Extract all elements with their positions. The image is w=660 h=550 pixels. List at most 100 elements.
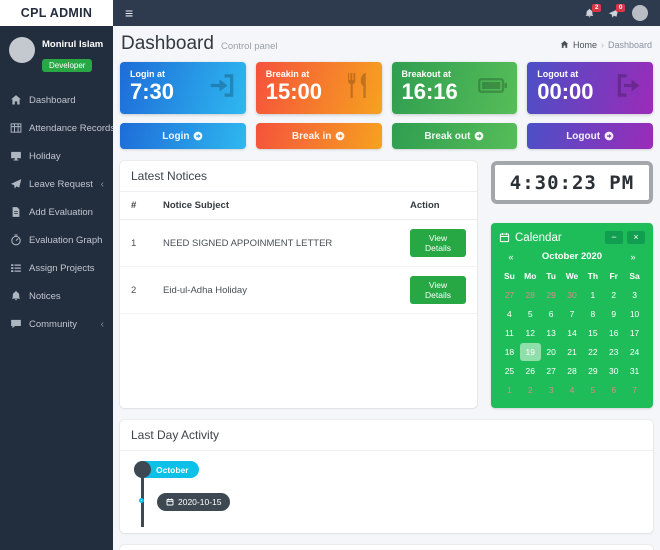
breadcrumb-current: Dashboard: [608, 40, 652, 50]
chevron-left-icon: ‹: [101, 319, 104, 330]
sign-out-icon: [614, 71, 644, 106]
breadcrumb-separator: ›: [601, 40, 604, 50]
calendar-day[interactable]: 30: [603, 362, 624, 380]
break-in-button[interactable]: Break in: [256, 123, 382, 149]
calendar-icon: [166, 498, 174, 506]
calendar-minimize-button[interactable]: −: [605, 231, 623, 244]
calendar-day[interactable]: 14: [562, 324, 583, 342]
bell-badge: 2: [592, 4, 601, 13]
calendar-day[interactable]: 7: [562, 305, 583, 323]
calendar-prev-button[interactable]: «: [504, 252, 518, 262]
calendar-day[interactable]: 18: [499, 343, 520, 361]
logout-button[interactable]: Logout: [527, 123, 653, 149]
calendar-day[interactable]: 25: [499, 362, 520, 380]
digital-clock: 4:30:23 PM: [491, 161, 653, 204]
calendar-day[interactable]: 28: [562, 362, 583, 380]
calendar-day[interactable]: 15: [582, 324, 603, 342]
calendar-day[interactable]: 24: [624, 343, 645, 361]
calendar-day-outside[interactable]: 7: [624, 381, 645, 399]
sidebar-item-community[interactable]: Community‹: [0, 310, 113, 338]
calendar-day[interactable]: 10: [624, 305, 645, 323]
notice-number: 1: [120, 220, 152, 267]
sidebar-item-notices[interactable]: Notices: [0, 282, 113, 310]
calendar-day[interactable]: 9: [603, 305, 624, 323]
topbar-avatar[interactable]: [632, 5, 648, 21]
sidebar-item-leave-request[interactable]: Leave Request‹: [0, 170, 113, 198]
desktop-icon: [9, 150, 22, 162]
calendar-day-outside[interactable]: 27: [499, 286, 520, 304]
calendar-day[interactable]: 3: [624, 286, 645, 304]
calendar-day[interactable]: 20: [541, 343, 562, 361]
user-avatar: [9, 37, 35, 63]
calendar-day[interactable]: 31: [624, 362, 645, 380]
calendar-day-selected[interactable]: 19: [520, 343, 541, 361]
calendar-day[interactable]: 1: [582, 286, 603, 304]
calendar-day[interactable]: 29: [582, 362, 603, 380]
user-panel: Monirul Islam Developer: [0, 26, 113, 86]
calendar-day-outside[interactable]: 5: [582, 381, 603, 399]
calendar-day-outside[interactable]: 2: [520, 381, 541, 399]
calendar-day[interactable]: 13: [541, 324, 562, 342]
timeline-connector-dot: [139, 498, 144, 503]
calendar-title: Calendar: [515, 232, 562, 244]
calendar-day-outside[interactable]: 28: [520, 286, 541, 304]
calendar-day[interactable]: 23: [603, 343, 624, 361]
sidebar-item-assign-projects[interactable]: Assign Projects: [0, 254, 113, 282]
break-out-stat-card: Breakout at16:16: [392, 62, 518, 114]
calendar-close-button[interactable]: ×: [627, 231, 645, 244]
home-icon: [9, 94, 22, 106]
sidebar-item-holiday[interactable]: Holiday: [0, 142, 113, 170]
calendar-day[interactable]: 2: [603, 286, 624, 304]
calendar-day[interactable]: 8: [582, 305, 603, 323]
calendar-day-outside[interactable]: 6: [603, 381, 624, 399]
activity-title: Last Day Activity: [120, 420, 653, 451]
calendar-day[interactable]: 22: [582, 343, 603, 361]
calendar-day[interactable]: 11: [499, 324, 520, 342]
calendar-day[interactable]: 12: [520, 324, 541, 342]
sign-in-icon: [207, 71, 237, 106]
calendar-day[interactable]: 27: [541, 362, 562, 380]
notices-title: Latest Notices: [120, 161, 477, 192]
sidebar-item-add-evaluation[interactable]: Add Evaluation: [0, 198, 113, 226]
menu-toggle-icon[interactable]: ≡: [125, 6, 133, 20]
calendar-grid: SuMoTuWeThFrSa27282930123456789101112131…: [499, 267, 645, 399]
user-name: Monirul Islam: [42, 39, 103, 50]
sidebar: CPL ADMIN Monirul Islam Developer Dashbo…: [0, 0, 113, 550]
timeline-month-badge: October: [134, 461, 199, 478]
arrow-circle-right-icon: [474, 131, 484, 141]
sidebar-item-evaluation-graph[interactable]: Evaluation Graph: [0, 226, 113, 254]
bell-icon: [9, 290, 22, 302]
paper-plane-icon: [9, 178, 22, 190]
messages-paper-plane-icon[interactable]: 0: [608, 8, 619, 19]
content-area: Dashboard Control panel Home › Dashboard…: [113, 26, 660, 550]
calendar-day[interactable]: 6: [541, 305, 562, 323]
sidebar-item-dashboard[interactable]: Dashboard: [0, 86, 113, 114]
arrow-circle-right-icon: [604, 131, 614, 141]
view-details-button[interactable]: View Details: [410, 229, 466, 257]
brand-logo[interactable]: CPL ADMIN: [0, 0, 113, 26]
calendar-day[interactable]: 16: [603, 324, 624, 342]
calendar-day-outside[interactable]: 30: [562, 286, 583, 304]
timeline-date-badge: 2020-10-15: [157, 493, 230, 511]
calendar-day[interactable]: 21: [562, 343, 583, 361]
login-button[interactable]: Login: [120, 123, 246, 149]
calendar-widget: Calendar − × « October 2020 » SuMoTuWeTh…: [491, 223, 653, 408]
calendar-day-outside[interactable]: 4: [562, 381, 583, 399]
calendar-day[interactable]: 17: [624, 324, 645, 342]
calendar-day[interactable]: 4: [499, 305, 520, 323]
calendar-day-outside[interactable]: 29: [541, 286, 562, 304]
notices-column-header: Action: [399, 192, 477, 220]
calendar-day-outside[interactable]: 3: [541, 381, 562, 399]
notifications-bell-icon[interactable]: 2: [584, 8, 595, 19]
gauge-icon: [9, 234, 22, 246]
calendar-next-button[interactable]: »: [626, 252, 640, 262]
calendar-day-outside[interactable]: 1: [499, 381, 520, 399]
break-out-button[interactable]: Break out: [392, 123, 518, 149]
list-icon: [9, 262, 22, 274]
view-details-button[interactable]: View Details: [410, 276, 466, 304]
calendar-day[interactable]: 5: [520, 305, 541, 323]
breadcrumb-home[interactable]: Home: [573, 40, 597, 50]
calendar-day[interactable]: 26: [520, 362, 541, 380]
login-stat-card: Login at7:30: [120, 62, 246, 114]
sidebar-item-attendance-records[interactable]: Attendance Records: [0, 114, 113, 142]
